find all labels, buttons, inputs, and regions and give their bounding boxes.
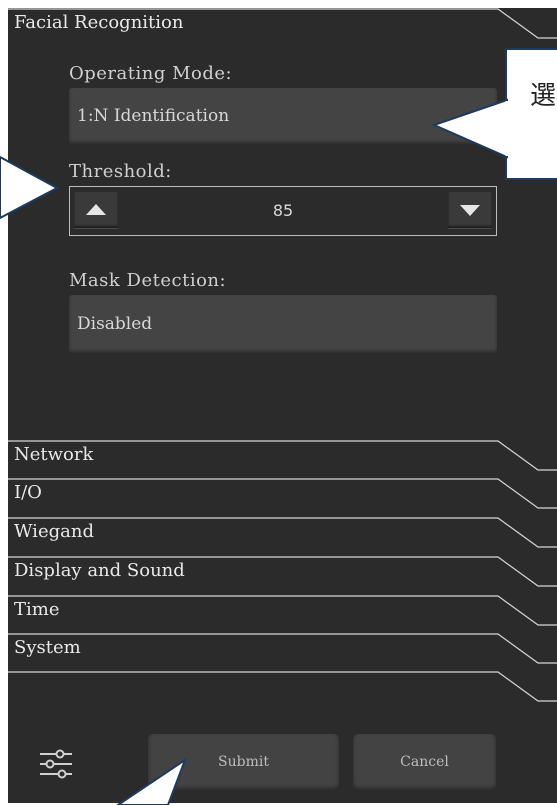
settings-button[interactable] — [36, 744, 76, 784]
threshold-label: Threshold: — [69, 161, 172, 182]
section-header-label: System — [14, 637, 81, 658]
device-screen: Facial Recognition Operating Mode: 1:N I… — [8, 8, 557, 803]
mask-detection-label: Mask Detection: — [69, 270, 227, 291]
section-tab-line — [8, 595, 557, 626]
threshold-value: 85 — [272, 201, 294, 220]
section-header-network[interactable]: Network — [8, 440, 557, 471]
section-tab-line — [8, 633, 557, 664]
operating-mode-value: 1:N Identification — [77, 106, 230, 126]
section-header-label: Display and Sound — [14, 560, 185, 581]
triangle-down-icon — [460, 205, 480, 216]
section-header-label: Time — [14, 599, 60, 620]
section-end-line — [8, 671, 557, 702]
threshold-stepper[interactable]: 85 — [69, 186, 497, 236]
section-header-io[interactable]: I/O — [8, 478, 557, 509]
section-tab-line — [8, 478, 557, 509]
operating-mode-label: Operating Mode: — [69, 63, 233, 84]
cancel-button[interactable]: Cancel — [353, 734, 496, 790]
section-header-time[interactable]: Time — [8, 595, 557, 626]
section-header-label: I/O — [14, 482, 42, 503]
mask-detection-dropdown[interactable]: Disabled — [69, 295, 497, 353]
section-header-label: Wiegand — [14, 521, 94, 542]
submit-button[interactable]: Submit — [148, 734, 339, 790]
section-header-label: Network — [14, 444, 94, 465]
section-header-system[interactable]: System — [8, 633, 557, 664]
threshold-decrease-button[interactable] — [448, 192, 492, 228]
mask-detection-value: Disabled — [77, 314, 153, 334]
sliders-icon — [40, 749, 72, 779]
section-header-label: Facial Recognition — [14, 12, 184, 33]
section-header-wiegand[interactable]: Wiegand — [8, 517, 557, 548]
operating-mode-dropdown[interactable]: 1:N Identification — [69, 88, 497, 144]
section-header-facial-recognition[interactable]: Facial Recognition — [8, 8, 557, 39]
annotation-callout-box — [505, 48, 557, 180]
section-header-display-and-sound[interactable]: Display and Sound — [8, 556, 557, 587]
annotation-callout-text: 選 — [530, 81, 557, 111]
